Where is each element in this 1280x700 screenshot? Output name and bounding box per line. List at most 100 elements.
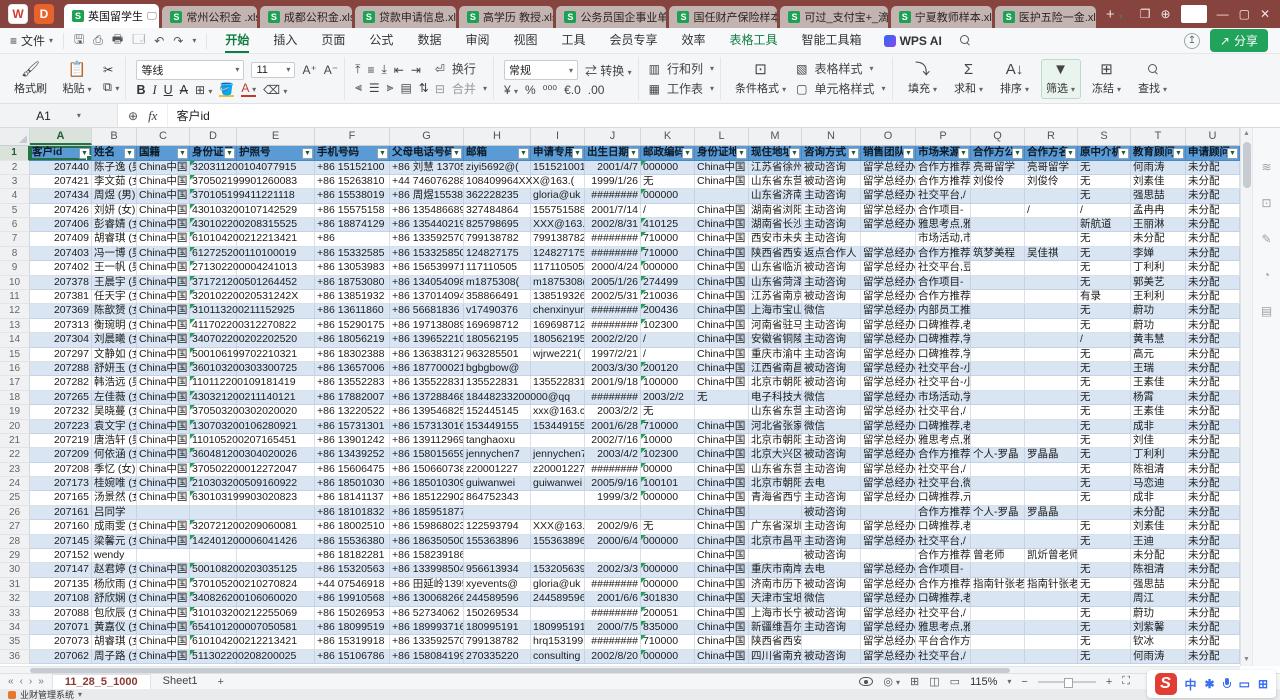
cell-J2[interactable]: 2001/4/7 — [585, 161, 641, 175]
row-header-9[interactable]: 9 — [0, 261, 30, 275]
cell-D18[interactable]: 430321200211140121 — [190, 391, 237, 405]
table-style-button[interactable]: ▧表格样式 ▾ — [796, 60, 885, 77]
cell-style-button[interactable]: ▢单元格样式 ▾ — [796, 80, 885, 97]
cell-P8[interactable]: 合作方推荐 — [916, 247, 971, 261]
cell-K4[interactable]: 000000 — [641, 189, 695, 203]
cell-G25[interactable]: +86 1851229020 — [390, 491, 464, 505]
undo-icon[interactable]: ↶ — [154, 34, 164, 48]
menu-tab-插入[interactable]: 插入 — [261, 28, 309, 54]
vertical-scrollbar[interactable]: ▲ ▼ — [1240, 128, 1252, 666]
cell-C28[interactable]: China中国 — [137, 535, 190, 549]
cell-R8[interactable]: 吴佳祺 — [1025, 247, 1078, 261]
cell-Q17[interactable] — [971, 376, 1025, 390]
cell-S32[interactable]: 无 — [1078, 592, 1131, 606]
cell-B3[interactable]: 李文茹 (女 — [92, 175, 137, 189]
cell-P6[interactable]: 雅思考点,雅 — [916, 218, 971, 232]
cell-H18[interactable]: 18448233200000@qq — [464, 391, 531, 405]
cell-U6[interactable]: 未分配 — [1186, 218, 1240, 232]
cell-F2[interactable]: +86 15152100 — [315, 161, 390, 175]
cell-T5[interactable]: 孟冉冉 — [1131, 204, 1186, 218]
filter-dropdown-icon[interactable]: ▼ — [79, 148, 90, 159]
cell-B13[interactable]: 衡琬明 (女 — [92, 319, 137, 333]
cell-N12[interactable]: 微信 — [802, 304, 861, 318]
cell-D19[interactable]: 370503200302020020 — [190, 405, 237, 419]
cell-Q2[interactable]: 亮哥留学 — [971, 161, 1025, 175]
cell-S23[interactable]: 无 — [1078, 463, 1131, 477]
cell-H9[interactable]: 117110505 — [464, 261, 531, 275]
cell-R33[interactable] — [1025, 607, 1078, 621]
cell-O11[interactable]: 留学总经办 — [861, 290, 916, 304]
menu-tab-效率[interactable]: 效率 — [670, 28, 718, 54]
normal-view-icon[interactable]: ⊞ — [910, 675, 919, 688]
cell-D26[interactable] — [190, 506, 237, 520]
cell-S27[interactable]: 无 — [1078, 520, 1131, 534]
cell-J26[interactable] — [585, 506, 641, 520]
cell-C36[interactable]: China中国 — [137, 650, 190, 664]
cell-Q8[interactable]: 筑梦美程 — [971, 247, 1025, 261]
cell-M20[interactable]: 河北省张家 — [749, 420, 802, 434]
cell-I28[interactable]: 155363896 — [531, 535, 585, 549]
cell-A1[interactable]: 客户id▼ — [30, 146, 92, 161]
cell-K24[interactable]: 100101 — [641, 477, 695, 491]
cell-I10[interactable]: m1875308( — [531, 276, 585, 290]
cell-R23[interactable] — [1025, 463, 1078, 477]
cell-H31[interactable]: xyevents@ — [464, 578, 531, 592]
cell-Q29[interactable]: 曾老师 — [971, 549, 1025, 563]
cell-P17[interactable]: 社交平台-小 — [916, 376, 971, 390]
cell-C15[interactable]: China中国 — [137, 348, 190, 362]
cell-N22[interactable]: 被动咨询 — [802, 448, 861, 462]
cell-T25[interactable]: 成非 — [1131, 491, 1186, 505]
cell-T18[interactable]: 杨霄 — [1131, 391, 1186, 405]
column-header-L[interactable]: L — [695, 128, 749, 145]
cell-G33[interactable]: +86 52734062 — [390, 607, 464, 621]
cell-G32[interactable]: +86 1300682663 — [390, 592, 464, 606]
cell-D21[interactable]: 110105200207165451 — [190, 434, 237, 448]
cell-O14[interactable]: 留学总经办 — [861, 333, 916, 347]
cell-A4[interactable]: 207434 — [30, 189, 92, 203]
cell-K20[interactable]: 710000 — [641, 420, 695, 434]
cell-C14[interactable]: China中国 — [137, 333, 190, 347]
document-tab-7[interactable]: S可过_支付宝+_滴滴 — [780, 6, 887, 28]
cell-M12[interactable]: 上海市宝山 — [749, 304, 802, 318]
cell-H7[interactable]: 799138782 — [464, 232, 531, 246]
cell-R4[interactable] — [1025, 189, 1078, 203]
cell-A19[interactable]: 207232 — [30, 405, 92, 419]
cell-L1[interactable]: 身份证地▼ — [695, 146, 749, 161]
cell-I31[interactable]: gloria@uk — [531, 578, 585, 592]
cell-I36[interactable]: consulting — [531, 650, 585, 664]
cell-F25[interactable]: +86 18141137 — [315, 491, 390, 505]
cell-S13[interactable]: 无 — [1078, 319, 1131, 333]
cell-O2[interactable]: 留学总经办 — [861, 161, 916, 175]
font-size-select[interactable]: 11▾ — [251, 62, 295, 78]
column-header-T[interactable]: T — [1131, 128, 1186, 145]
cell-A23[interactable]: 207208 — [30, 463, 92, 477]
cell-Q21[interactable] — [971, 434, 1025, 448]
cell-S5[interactable]: / — [1078, 204, 1131, 218]
cell-O5[interactable]: 留学总经办 — [861, 204, 916, 218]
sheet-tab-Sheet1[interactable]: Sheet1 — [151, 674, 210, 690]
row-header-6[interactable]: 6 — [0, 218, 30, 232]
cell-Q32[interactable] — [971, 592, 1025, 606]
cell-I34[interactable]: 180995191 — [531, 621, 585, 635]
cell-F20[interactable]: +86 15731301 — [315, 420, 390, 434]
cell-K17[interactable]: 100000 — [641, 376, 695, 390]
cell-L4[interactable] — [695, 189, 749, 203]
cell-S36[interactable]: 无 — [1078, 650, 1131, 664]
cell-R19[interactable] — [1025, 405, 1078, 419]
cell-L5[interactable]: China中国 — [695, 204, 749, 218]
cell-U8[interactable]: 未分配 — [1186, 247, 1240, 261]
filter-dropdown-icon[interactable]: ▼ — [736, 148, 747, 159]
cell-G20[interactable]: +86 1573130169 — [390, 420, 464, 434]
cell-O19[interactable]: 留学总经办 — [861, 405, 916, 419]
cell-P27[interactable]: 口碑推荐,老 — [916, 520, 971, 534]
cell-I1[interactable]: 申请专用▼ — [531, 146, 585, 161]
sum-button[interactable]: Σ求和 ▾ — [949, 60, 989, 98]
cell-N25[interactable]: 主动咨询 — [802, 491, 861, 505]
row-header-26[interactable]: 26 — [0, 506, 30, 520]
decrease-font-button[interactable]: A⁻ — [324, 63, 338, 77]
cell-L36[interactable]: China中国 — [695, 650, 749, 664]
cell-J35[interactable]: ######## — [585, 635, 641, 649]
cell-K9[interactable]: 000000 — [641, 261, 695, 275]
cell-J23[interactable]: ######## — [585, 463, 641, 477]
cell-M23[interactable]: 山东省东营 — [749, 463, 802, 477]
